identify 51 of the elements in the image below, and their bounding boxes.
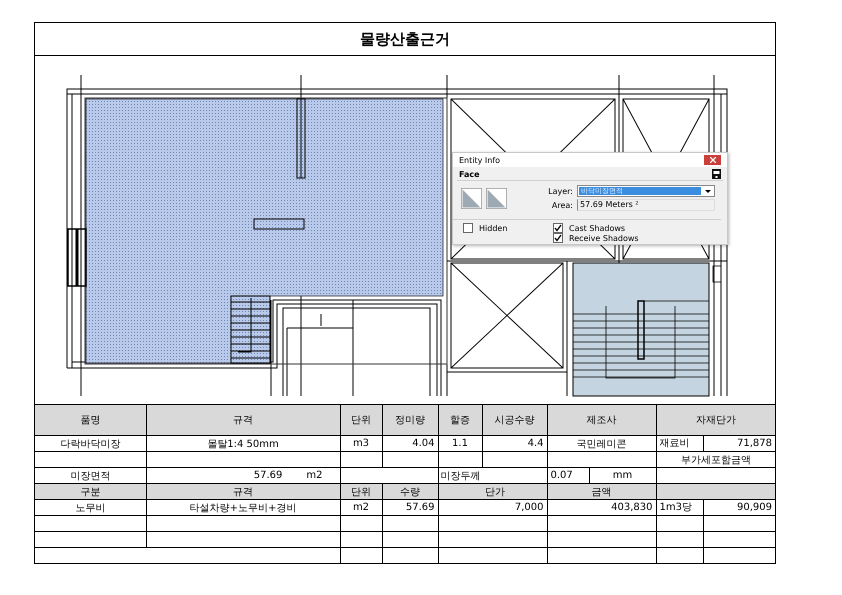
table-cell: 재료비 — [657, 436, 704, 450]
dialog-title: Entity Info — [459, 156, 500, 164]
area-label: Area: — [550, 200, 573, 210]
column-header: 정미량 — [382, 405, 438, 436]
front-material-swatch[interactable] — [461, 185, 482, 212]
column-header: 규격 — [146, 484, 340, 500]
checkbox[interactable] — [463, 223, 473, 233]
table-cell: 57.69 — [254, 470, 282, 481]
sheet-title: 물량산출근거 — [360, 30, 450, 48]
table-cell: 4.4 — [482, 436, 547, 452]
table-cell: 57.69 — [382, 500, 438, 516]
table-cell: m3 — [340, 436, 382, 452]
column-header: 단가 — [482, 484, 547, 500]
back-material-swatch[interactable] — [486, 185, 507, 212]
column-header: 단위 — [340, 405, 382, 436]
table-cell: 국민레미콘 — [547, 436, 656, 452]
column-header: 단위 — [340, 484, 382, 500]
column-header: 품명 — [35, 405, 146, 436]
column-header: 할증 — [438, 405, 482, 436]
layer-label: Layer: — [547, 186, 573, 196]
column-header: 규격 — [146, 405, 340, 436]
close-icon — [710, 157, 716, 163]
checkbox[interactable] — [553, 223, 563, 233]
table-cell-text: 90,909 — [736, 501, 773, 514]
table-cell: 7,000 — [482, 500, 547, 516]
close-button[interactable] — [704, 155, 721, 165]
column-header: 자재단가 — [656, 405, 775, 436]
table-cell: 다락바닥미장 — [35, 436, 146, 452]
checkbox-label: Hidden — [479, 224, 508, 232]
table-cell-text: 71,878 — [736, 437, 773, 450]
checkbox-label: Receive Shadows — [569, 234, 639, 242]
table-cell: 4.04 — [382, 436, 438, 452]
table-cell: 노무비 — [35, 500, 146, 516]
area-field[interactable]: 57.69 Meters ² — [577, 199, 715, 211]
column-header: 제조사 — [547, 405, 656, 436]
table-cell: 403,830 — [547, 500, 656, 516]
column-header: 수량 — [382, 484, 438, 500]
column-header: 구분 — [35, 484, 146, 500]
unit-text: m2 — [306, 470, 322, 481]
table-cell: 몰탈1:4 50mm — [146, 436, 340, 452]
checkbox[interactable] — [553, 233, 563, 243]
table-cell: 1.1 — [438, 436, 482, 452]
checkbox-label: Cast Shadows — [569, 224, 626, 232]
table-cell: 타설차량+노무비+경비 — [146, 500, 340, 516]
section-title: Face — [459, 170, 480, 178]
table-cell: m2 — [340, 500, 382, 516]
column-header: 시공수량 — [482, 405, 547, 436]
column-header: 금액 — [547, 484, 656, 500]
table-cell: 0.07 — [548, 468, 590, 482]
table-cell: 1m3당 — [657, 500, 704, 514]
table-cell-text: mm — [612, 469, 634, 482]
